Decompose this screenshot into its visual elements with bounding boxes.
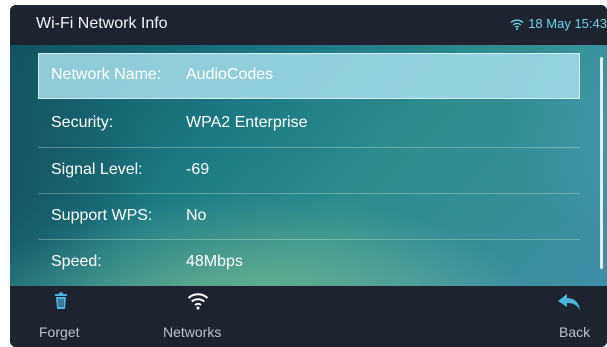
- status-area: 18 May 15:43: [510, 16, 607, 31]
- info-value: WPA2 Enterprise: [186, 114, 308, 131]
- scrollbar[interactable]: [600, 57, 603, 269]
- networks-label: Networks: [163, 324, 222, 340]
- status-time: 15:43: [574, 16, 607, 31]
- status-date: 18 May: [528, 16, 571, 31]
- info-label: Signal Level:: [51, 161, 143, 178]
- info-value: No: [186, 207, 207, 224]
- forget-button[interactable]: Forget: [10, 286, 130, 347]
- info-row-speed[interactable]: Speed: 48Mbps: [38, 239, 580, 286]
- info-row-support-wps[interactable]: Support WPS: No: [38, 193, 580, 240]
- info-row-security[interactable]: Security: WPA2 Enterprise: [38, 101, 580, 147]
- trash-icon: [55, 292, 67, 309]
- info-row-signal-level[interactable]: Signal Level: -69: [38, 147, 580, 194]
- info-label: Speed:: [51, 253, 102, 270]
- title-bar: Wi-Fi Network Info 18 May 15:43: [10, 5, 607, 45]
- back-button[interactable]: Back: [510, 286, 607, 347]
- info-value: AudioCodes: [186, 66, 274, 83]
- info-label: Network Name:: [51, 66, 162, 83]
- back-label: Back: [559, 324, 591, 340]
- info-row-network-name[interactable]: Network Name: AudioCodes: [38, 53, 580, 99]
- info-value: -69: [186, 161, 210, 178]
- info-list: Network Name: AudioCodes Security: WPA2 …: [10, 45, 607, 286]
- page-title: Wi-Fi Network Info: [36, 15, 168, 32]
- wifi-icon: [187, 293, 209, 310]
- forget-label: Forget: [39, 324, 80, 340]
- networks-button[interactable]: Networks: [150, 286, 270, 347]
- phone-screen: Wi-Fi Network Info 18 May 15:43 Network …: [10, 5, 607, 347]
- back-arrow-icon: [558, 294, 580, 310]
- info-label: Security:: [51, 114, 114, 131]
- info-label: Support WPS:: [51, 207, 153, 224]
- softkey-bar: Forget Networks Back: [10, 286, 607, 347]
- info-value: 48Mbps: [186, 253, 243, 270]
- wifi-status-icon: [510, 19, 524, 30]
